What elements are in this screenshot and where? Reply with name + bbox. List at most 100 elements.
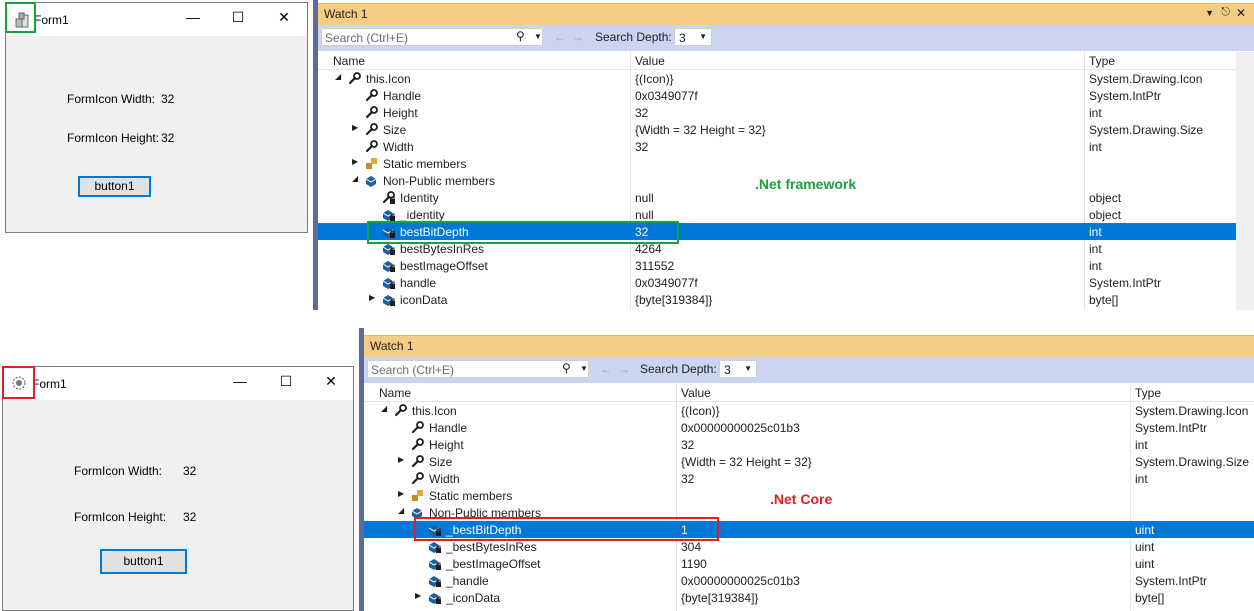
watch-window-framework: Watch 1 ▼ ⎋ ✕ Search (Ctrl+E) ⚲ ▼ ← → Se… — [318, 3, 1254, 310]
search-dropdown-icon[interactable]: ▼ — [534, 32, 542, 41]
cell-type: System.IntPtr — [1089, 89, 1162, 103]
pin-icon[interactable]: ⎋ — [1221, 6, 1230, 19]
search-depth-value: 3 — [724, 363, 731, 377]
watch-row[interactable]: Width 32 int — [364, 470, 1254, 487]
search-depth-select[interactable]: 3 ▼ — [674, 28, 712, 46]
search-dropdown-icon[interactable]: ▼ — [580, 364, 588, 373]
cell-type: System.Drawing.Size — [1135, 455, 1250, 469]
search-placeholder: Search (Ctrl+E) — [371, 363, 455, 377]
search-icon[interactable]: ⚲ — [562, 361, 571, 375]
cell-value: 32 — [681, 472, 695, 486]
minimize-button[interactable]: — — [225, 373, 255, 389]
maximize-button[interactable]: ☐ — [271, 373, 301, 390]
minimize-button[interactable]: — — [178, 9, 208, 25]
watch-row[interactable]: _bestImageOffset 1190 uint — [364, 555, 1254, 572]
framework-field-highlight — [367, 221, 679, 244]
core-icon-highlight — [2, 366, 35, 399]
maximize-button[interactable]: ☐ — [223, 9, 253, 26]
close-icon[interactable]: ✕ — [1236, 6, 1246, 20]
back-arrow-icon[interactable]: ← — [554, 30, 566, 44]
chevron-down-icon: ▼ — [699, 32, 707, 41]
watch-row[interactable]: ◢ this.Icon {(Icon)} System.Drawing.Icon — [318, 70, 1236, 87]
dropdown-icon[interactable]: ▼ — [1205, 8, 1214, 18]
form-titlebar[interactable]: Form1 — ☐ ✕ — [3, 367, 353, 400]
cell-name: this.Icon — [412, 404, 457, 418]
col-value[interactable]: Value — [681, 386, 711, 400]
form-icon-height-label: FormIcon Height: — [74, 510, 167, 524]
watch-row[interactable]: ▶ _iconData {byte[319384]} byte[] — [364, 589, 1254, 606]
watch-row[interactable]: Height 32 int — [364, 436, 1254, 453]
expand-closed-icon[interactable]: ▶ — [369, 293, 375, 302]
form-title: Form1 — [34, 13, 69, 27]
button1[interactable]: button1 — [78, 176, 151, 197]
search-icon[interactable]: ⚲ — [516, 29, 525, 43]
cell-type: uint — [1135, 557, 1155, 571]
cell-value: {Width = 32 Height = 32} — [681, 455, 812, 469]
expand-open-icon[interactable]: ◢ — [335, 72, 341, 81]
form-icon-height-value: 32 — [183, 510, 197, 524]
close-button[interactable]: ✕ — [316, 373, 346, 390]
field-lock-icon — [382, 293, 395, 306]
cell-name: Width — [429, 472, 460, 486]
forward-arrow-icon[interactable]: → — [572, 30, 584, 44]
watch-row[interactable]: handle 0x0349077f System.IntPtr — [318, 274, 1236, 291]
col-value[interactable]: Value — [635, 54, 665, 68]
col-name[interactable]: Name — [333, 54, 365, 68]
cell-type: int — [1135, 472, 1148, 486]
cell-value: 0x00000000025c01b3 — [681, 574, 800, 588]
watch-window-core: Watch 1 Search (Ctrl+E) ⚲ ▼ ← → Search D… — [364, 335, 1254, 611]
expand-open-icon[interactable]: ◢ — [381, 404, 387, 413]
cell-value: 0x0349077f — [635, 89, 698, 103]
watch-row[interactable]: ▶ Size {Width = 32 Height = 32} System.Draw… — [364, 453, 1254, 470]
watch-row[interactable]: Handle 0x0349077f System.IntPtr — [318, 87, 1236, 104]
watch-row[interactable]: Height 32 int — [318, 104, 1236, 121]
expand-open-icon[interactable]: ◢ — [398, 506, 404, 515]
field-lock-icon — [382, 208, 395, 221]
cell-name: _bestImageOffset — [446, 557, 541, 571]
search-depth-select[interactable]: 3 ▼ — [719, 360, 757, 378]
cell-name: _handle — [446, 574, 489, 588]
form-icon-height-value: 32 — [161, 131, 175, 145]
expand-closed-icon[interactable]: ▶ — [398, 455, 404, 464]
watch-row[interactable]: ▶ iconData {byte[319384]} byte[] — [318, 291, 1236, 308]
cell-value: 0x00000000025c01b3 — [681, 421, 800, 435]
button1[interactable]: button1 — [100, 549, 187, 574]
watch-header: Watch 1 ▼ ⎋ ✕ — [318, 3, 1254, 25]
cell-value: 311552 — [635, 259, 675, 273]
cell-name: iconData — [400, 293, 448, 307]
column-header: Name Value Type — [318, 52, 1254, 70]
cell-name: Static members — [383, 157, 467, 171]
field-lock-icon — [428, 540, 441, 553]
col-type[interactable]: Type — [1089, 54, 1115, 68]
watch-toolbar: Search (Ctrl+E) ⚲ ▼ ← → Search Depth: 3 … — [364, 357, 1254, 383]
cell-value: 0x0349077f — [635, 276, 698, 290]
wrench-icon — [365, 123, 378, 136]
watch-row[interactable]: bestImageOffset 311552 int — [318, 257, 1236, 274]
col-name[interactable]: Name — [379, 386, 411, 400]
watch-row[interactable]: ▶ Static members — [318, 155, 1236, 172]
cell-value: 4264 — [635, 242, 662, 256]
cell-type: int — [1089, 225, 1102, 239]
search-box[interactable]: Search (Ctrl+E) ⚲ ▼ — [367, 360, 589, 378]
watch-row[interactable]: ▶ Size {Width = 32 Height = 32} System.Draw… — [318, 121, 1236, 138]
expand-closed-icon[interactable]: ▶ — [352, 123, 358, 132]
back-arrow-icon[interactable]: ← — [600, 362, 612, 376]
expand-closed-icon[interactable]: ▶ — [415, 591, 421, 600]
expand-closed-icon[interactable]: ▶ — [398, 489, 404, 498]
forward-arrow-icon[interactable]: → — [618, 362, 630, 376]
col-type[interactable]: Type — [1135, 386, 1161, 400]
watch-row[interactable]: ◢ this.Icon {(Icon)} System.Drawing.Icon — [364, 402, 1254, 419]
watch-row[interactable]: Handle 0x00000000025c01b3 System.IntPtr — [364, 419, 1254, 436]
watch-row[interactable]: _handle 0x00000000025c01b3 System.IntPtr — [364, 572, 1254, 589]
search-box[interactable]: Search (Ctrl+E) ⚲ ▼ — [321, 28, 543, 46]
cell-value: 304 — [681, 540, 702, 554]
vertical-scrollbar[interactable] — [1236, 52, 1254, 310]
form1-window-framework: Form1 — ☐ ✕ FormIcon Width: 32 FormIcon … — [5, 2, 308, 233]
expand-closed-icon[interactable]: ▶ — [352, 157, 358, 166]
close-button[interactable]: ✕ — [269, 9, 299, 26]
wrench-icon — [365, 89, 378, 102]
expand-open-icon[interactable]: ◢ — [352, 174, 358, 183]
form-titlebar[interactable]: Form1 — ☐ ✕ — [6, 3, 307, 36]
watch-row[interactable]: Width 32 int — [318, 138, 1236, 155]
search-depth-label: Search Depth: — [595, 30, 672, 44]
